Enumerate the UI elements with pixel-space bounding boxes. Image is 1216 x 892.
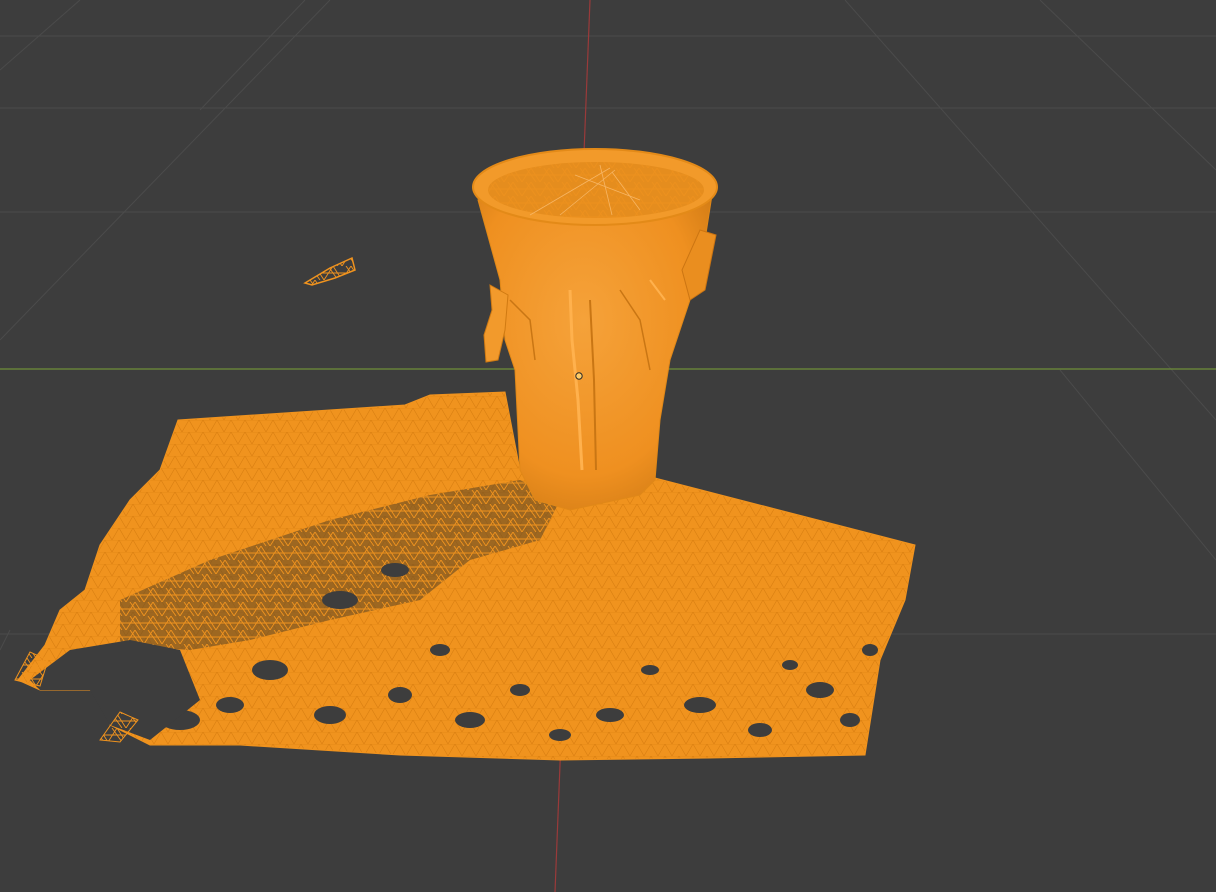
floating-mesh-fragment[interactable] — [303, 256, 356, 286]
viewport-canvas[interactable] — [0, 0, 1216, 892]
3d-viewport[interactable] — [0, 0, 1216, 892]
ground-mesh-patch[interactable] — [14, 391, 916, 761]
object-origin-dot[interactable] — [575, 372, 583, 380]
